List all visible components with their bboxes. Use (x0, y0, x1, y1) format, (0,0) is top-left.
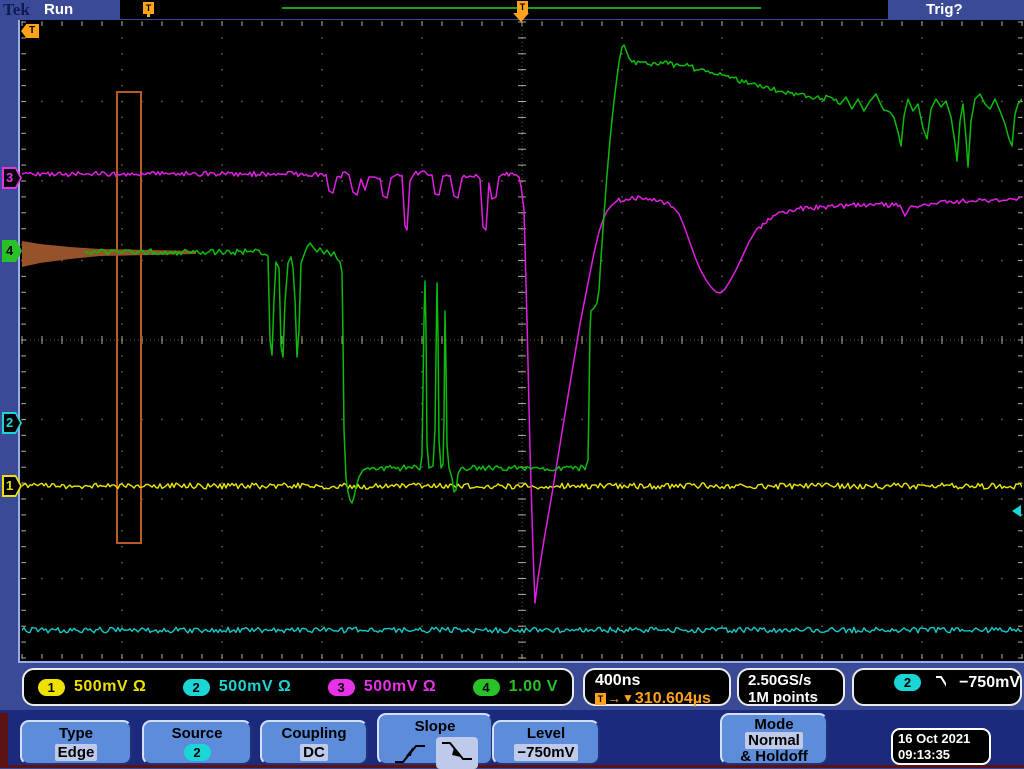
tek-logo: Tek (3, 0, 30, 19)
acquisition-status: Run (44, 1, 74, 18)
button-title: Coupling (281, 725, 347, 742)
record-length: 1M points (748, 689, 818, 706)
ch1-badge: 1 (38, 678, 65, 696)
timebase-readout: 400ns T → ▼ 310.604µs (583, 668, 731, 707)
ch2-readout: 2 500mV Ω (182, 678, 292, 696)
ch3-position-marker[interactable]: 3 (2, 167, 22, 189)
ch4-badge: 4 (472, 678, 500, 696)
ch3-scale: 500mV Ω (363, 678, 437, 695)
trigger-position-marker-icon[interactable] (513, 13, 529, 22)
date: 16 Oct 2021 (898, 731, 971, 746)
trigger-source-badge: 2 (894, 674, 921, 691)
ch2-scale: 500mV Ω (218, 678, 292, 695)
arrow-right-icon: → (607, 690, 621, 706)
timebase-scale: 400ns (595, 672, 641, 689)
ch2-position-marker[interactable]: 2 (2, 412, 22, 434)
button-title: Slope (414, 718, 456, 735)
sample-rate: 2.50GS/s (748, 672, 812, 689)
menu-button-slope[interactable]: Slope (377, 713, 493, 769)
button-title: Type (59, 725, 93, 742)
channel-scale-readouts: 1 500mV Ω 2 500mV Ω 3 500mV Ω 4 1.00 V (22, 668, 574, 706)
datetime-display: 16 Oct 2021 09:13:35 (891, 728, 991, 765)
button-title: Level (526, 725, 566, 742)
t-marker-icon: T (595, 692, 606, 705)
record-view-strip: T (120, 0, 888, 19)
ch2-badge: 2 (182, 678, 210, 696)
trigger-level-value: −750mV (959, 674, 1020, 691)
triangle-down-icon: ▼ (622, 691, 634, 705)
menu-button-coupling[interactable]: Coupling DC (260, 720, 368, 765)
bezel-left-strip (0, 713, 8, 768)
trigger-level-arrow-icon[interactable] (1012, 505, 1021, 517)
trigger-delay-readout: T → ▼ 310.604µs (595, 690, 729, 707)
menu-button-level[interactable]: Level −750mV (492, 720, 600, 765)
menu-button-source[interactable]: Source 2 (142, 720, 252, 765)
top-status-bar: Tek Run T Trig? (0, 0, 1024, 20)
falling-edge-icon (936, 676, 947, 687)
menu-button-mode[interactable]: Mode Normal & Holdoff (720, 713, 828, 765)
falling-edge-selected (436, 737, 478, 769)
ch4-scale: 1.00 V (508, 678, 558, 695)
rising-edge-icon (395, 745, 425, 763)
menu-button-type[interactable]: Type Edge (20, 720, 132, 765)
button-value: −750mV (514, 744, 578, 761)
display-graticule (18, 18, 1024, 663)
time: 09:13:35 (898, 747, 951, 762)
ch3-readout: 3 500mV Ω (327, 678, 437, 696)
trigger-delay-value: 310.604µs (634, 690, 711, 707)
marker-digit: 4 (6, 243, 14, 258)
button-value: Edge (54, 744, 98, 761)
acquisition-readout: 2.50GS/s 1M points (737, 668, 845, 706)
ch4-readout: 4 1.00 V (472, 678, 558, 696)
record-trigger-position-icon[interactable]: T (143, 2, 154, 17)
falling-edge-icon (442, 742, 472, 760)
marker-digit: 1 (6, 478, 14, 493)
ch1-scale: 500mV Ω (74, 678, 147, 695)
trigger-status: Trig? (926, 1, 963, 18)
marker-digit: 2 (6, 415, 14, 430)
trigger-position-t-icon[interactable]: T (517, 1, 528, 16)
button-title: Mode (754, 716, 794, 733)
ch1-readout: 1 500mV Ω (38, 678, 146, 696)
ch4-position-marker[interactable]: 4 (2, 240, 22, 262)
button-value: Normal (745, 732, 803, 749)
ch3-badge: 3 (327, 678, 355, 696)
source-channel-badge: 2 (183, 744, 211, 761)
trigger-readout: 2 −750mV (852, 668, 1022, 706)
ch1-position-marker[interactable]: 1 (2, 475, 22, 497)
marker-digit: 3 (6, 170, 14, 185)
button-title: Source (171, 725, 223, 742)
button-value-2: & Holdoff (740, 748, 808, 765)
button-value: DC (300, 744, 328, 761)
